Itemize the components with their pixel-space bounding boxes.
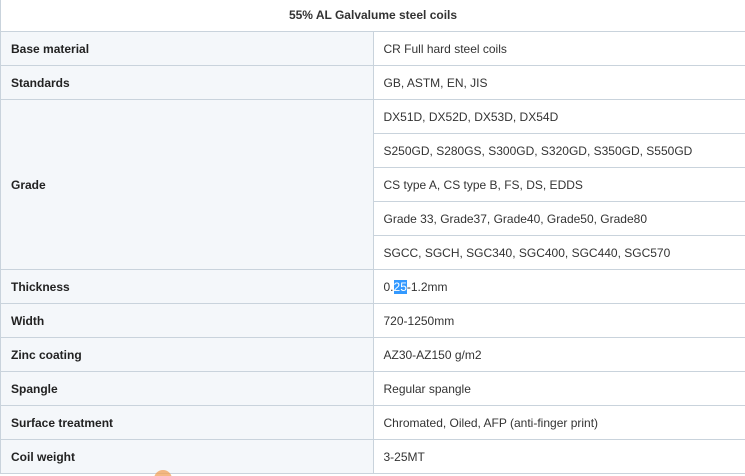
row-label-spangle: Spangle	[0, 371, 374, 406]
thickness-text-before: 0.	[383, 279, 394, 294]
row-value-zinc-coating: AZ30-AZ150 g/m2	[372, 337, 745, 372]
grade-value-5: SGCC, SGCH, SGC340, SGC400, SGC440, SGC5…	[372, 235, 745, 270]
grade-value-2: S250GD, S280GS, S300GD, S320GD, S350GD, …	[372, 133, 745, 168]
row-label-zinc-coating: Zinc coating	[0, 337, 374, 372]
row-label-surface-treatment: Surface treatment	[0, 405, 374, 440]
row-value-standards: GB, ASTM, EN, JIS	[372, 65, 745, 100]
row-value-spangle: Regular spangle	[372, 371, 745, 406]
table-row: Standards GB, ASTM, EN, JIS	[0, 65, 745, 100]
table-row: Zinc coating AZ30-AZ150 g/m2	[0, 337, 745, 372]
row-label-thickness: Thickness	[0, 269, 374, 304]
table-row: Surface treatment Chromated, Oiled, AFP …	[0, 405, 745, 440]
row-value-coil-weight: 3-25MT	[372, 439, 745, 474]
row-label-width: Width	[0, 303, 374, 338]
spec-table: 55% AL Galvalume steel coils Base materi…	[0, 0, 745, 474]
thickness-text-after: -1.2mm	[406, 279, 448, 294]
table-title-row: 55% AL Galvalume steel coils	[0, 0, 745, 32]
row-label-standards: Standards	[0, 65, 374, 100]
row-value-thickness: 0.25-1.2mm	[372, 269, 745, 304]
table-row: Base material CR Full hard steel coils	[0, 31, 745, 66]
table-row: Grade DX51D, DX52D, DX53D, DX54D	[0, 99, 745, 270]
partial-orange-icon	[152, 469, 174, 476]
grade-value-1: DX51D, DX52D, DX53D, DX54D	[372, 99, 745, 134]
table-row: Width 720-1250mm	[0, 303, 745, 338]
table-row: Spangle Regular spangle	[0, 371, 745, 406]
selected-text-highlight[interactable]: 25	[393, 279, 407, 294]
row-value-surface-treatment: Chromated, Oiled, AFP (anti-finger print…	[372, 405, 745, 440]
grade-value-4: Grade 33, Grade37, Grade40, Grade50, Gra…	[372, 201, 745, 236]
row-label-coil-weight: Coil weight	[0, 439, 374, 474]
grade-value-3: CS type A, CS type B, FS, DS, EDDS	[372, 167, 745, 202]
row-label-base-material: Base material	[0, 31, 374, 66]
row-value-base-material: CR Full hard steel coils	[372, 31, 745, 66]
row-value-width: 720-1250mm	[372, 303, 745, 338]
table-title: 55% AL Galvalume steel coils	[0, 0, 745, 32]
table-row: Coil weight 3-25MT	[0, 439, 745, 474]
row-label-grade: Grade	[0, 99, 374, 270]
table-row: Thickness 0.25-1.2mm	[0, 269, 745, 304]
